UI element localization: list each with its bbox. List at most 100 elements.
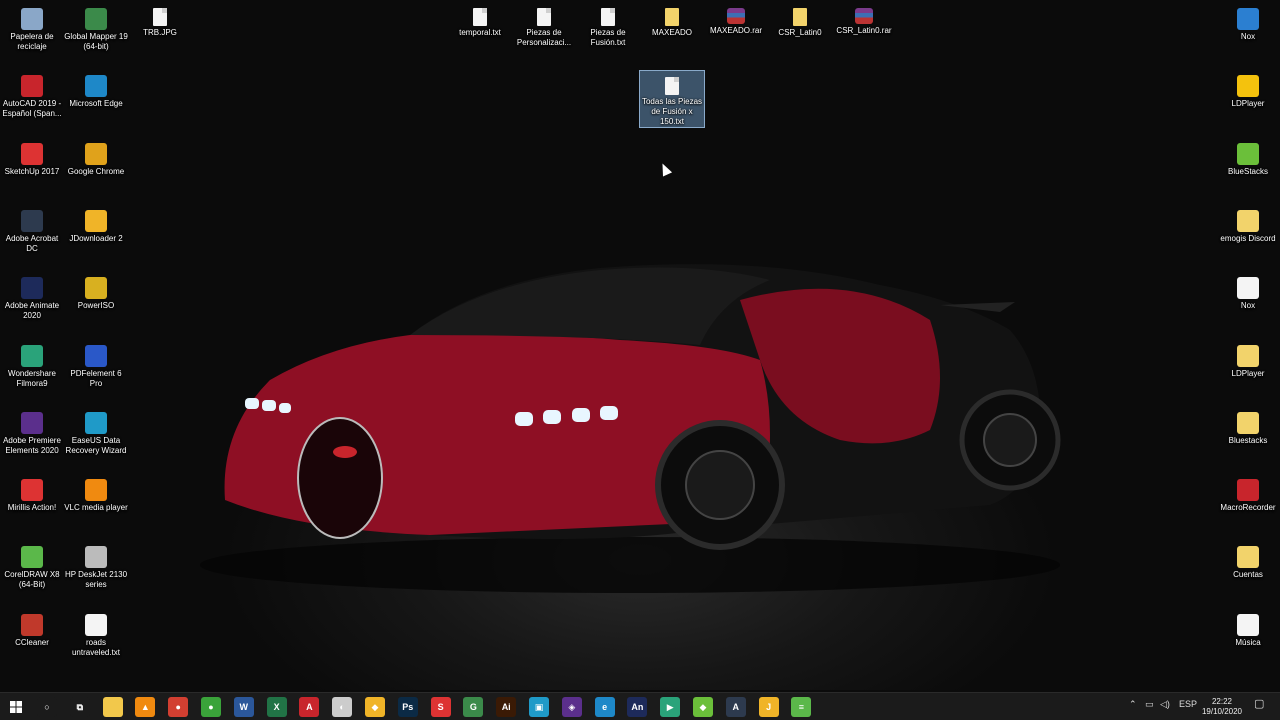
animate-icon[interactable]: An	[627, 697, 648, 717]
music-file-icon	[1237, 613, 1259, 636]
vlc-icon[interactable]: ▲	[135, 697, 156, 717]
text-file-icon	[473, 8, 487, 26]
desktop-icon[interactable]: Cuentas	[1216, 540, 1280, 580]
desktop-icon[interactable]: Adobe Animate 2020	[0, 271, 64, 321]
desktop-icon[interactable]: roads untraveled.txt	[64, 608, 128, 658]
filmora-icon[interactable]: ▶	[660, 697, 681, 717]
desktop-icon[interactable]: PowerISO	[64, 271, 128, 311]
desktop-icon[interactable]: EaseUS Data Recovery Wizard	[64, 406, 128, 456]
photoshop-icon[interactable]: Ps	[397, 697, 418, 717]
volume-icon[interactable]: ◁)	[1160, 699, 1170, 710]
desktop-icon[interactable]: CSR_Latin0.rar	[832, 2, 896, 36]
global-mapper-icon	[85, 8, 107, 30]
desktop-icon[interactable]: JDownloader 2	[64, 204, 128, 244]
text-file-icon	[85, 613, 107, 636]
image-file-icon	[153, 8, 167, 26]
file-explorer-icon[interactable]	[102, 697, 123, 717]
desktop-icon-label: Global Mapper 19 (64-bit)	[64, 32, 128, 51]
desktop-icon[interactable]: LDPlayer	[1216, 69, 1280, 109]
word-icon[interactable]: W	[233, 697, 254, 717]
global-mapper-icon[interactable]: G	[463, 697, 484, 717]
recycle-bin-icon	[21, 8, 43, 30]
desktop-icon[interactable]: Adobe Acrobat DC	[0, 204, 64, 254]
desktop-icon[interactable]: Música	[1216, 608, 1280, 648]
desktop-icon-label: AutoCAD 2019 - Español (Span...	[2, 99, 62, 119]
desktop-icon[interactable]: BlueStacks	[1216, 137, 1280, 177]
desktop-icon[interactable]: PDFelement 6 Pro	[64, 339, 128, 389]
ldplayer-icon	[1237, 75, 1259, 98]
text-file-icon	[665, 77, 679, 95]
edge-icon[interactable]: e	[594, 697, 615, 717]
desktop-icon[interactable]: emogis Discord	[1216, 204, 1280, 244]
rar-archive-icon	[855, 8, 873, 24]
desktop-icon[interactable]: CorelDRAW X8 (64-Bit)	[0, 540, 64, 590]
desktop-icon-label: Adobe Animate 2020	[4, 301, 60, 321]
desktop-icon[interactable]: HP DeskJet 2130 series	[64, 540, 128, 590]
task-view-icon[interactable]: ⧉	[69, 697, 90, 717]
desktop-icon-label: Google Chrome	[67, 166, 125, 176]
desktop-icon[interactable]: Piezas de Fusión.txt	[576, 2, 640, 48]
desktop-icon[interactable]: Adobe Premiere Elements 2020	[0, 406, 64, 456]
clock-date: 19/10/2020	[1201, 707, 1242, 716]
globe-app-icon[interactable]: ◐	[332, 697, 353, 717]
desktop-icon-label: temporal.txt	[459, 28, 501, 37]
notepad-icon[interactable]: ≡	[791, 697, 812, 717]
cortana-icon[interactable]: ○	[37, 697, 57, 717]
desktop-icon[interactable]: TRB.JPG	[128, 2, 192, 38]
desktop-icon[interactable]: Mirillis Action!	[0, 473, 64, 513]
desktop-icon[interactable]: VLC media player	[64, 473, 128, 513]
language-indicator[interactable]: ESP	[1179, 699, 1197, 709]
folder-icon	[1237, 209, 1259, 232]
desktop-icon[interactable]: Bluestacks	[1216, 406, 1280, 446]
desktop-icon[interactable]: Piezas de Personalizaci...	[512, 2, 576, 48]
desktop-file-selected[interactable]: Todas las Piezas de Fusión x 150.txt	[639, 70, 705, 128]
windows-start-icon[interactable]	[6, 697, 26, 717]
yellow-app-icon[interactable]: ◆	[365, 697, 385, 717]
desktop-icon[interactable]: Nox	[1216, 271, 1280, 311]
desktop-icon[interactable]: CSR_Latin0	[768, 2, 832, 38]
desktop-icon[interactable]: CCleaner	[0, 608, 64, 648]
desktop-icon-label: Adobe Premiere Elements 2020	[3, 435, 61, 455]
desktop-icon[interactable]: MacroRecorder	[1216, 473, 1280, 513]
desktop-icon[interactable]: Nox	[1216, 2, 1280, 42]
desktop-icon-label: MacroRecorder	[1220, 503, 1276, 513]
desktop-icon-label: Piezas de Fusión.txt	[590, 28, 626, 47]
folder-icon	[1237, 546, 1259, 569]
premiere-icon	[21, 411, 43, 434]
desktop-icon-label: Música	[1235, 637, 1261, 647]
desktop-icon[interactable]: SketchUp 2017	[0, 137, 64, 177]
desktop-icon[interactable]: MAXEADO	[640, 2, 704, 38]
premiere-icon[interactable]: ◈	[561, 697, 582, 717]
clock-time: 22:22	[1211, 697, 1232, 706]
desktop-icon[interactable]: Wondershare Filmora9	[0, 339, 64, 389]
desktop-icon-label: Mirillis Action!	[7, 503, 57, 513]
sketchup-icon[interactable]: S	[430, 697, 451, 717]
desktop-icon-label: MAXEADO.rar	[709, 26, 762, 35]
ldplayer-shortcut-icon	[1237, 344, 1259, 367]
desktop-icon-label: roads untraveled.txt	[71, 637, 121, 657]
desktop-icon[interactable]: Microsoft Edge	[64, 69, 128, 109]
desktop-icon[interactable]: Global Mapper 19 (64-bit)	[64, 2, 128, 52]
acrobat-icon[interactable]: A	[725, 697, 746, 717]
bluestacks-icon[interactable]: ◆	[693, 697, 713, 717]
image-app-icon[interactable]: ▣	[529, 697, 549, 717]
illustrator-icon[interactable]: Ai	[496, 697, 517, 717]
desktop-icon[interactable]: LDPlayer	[1216, 339, 1280, 379]
green-app-icon[interactable]: ●	[201, 697, 221, 717]
chrome-icon[interactable]: ●	[168, 697, 189, 717]
clock[interactable]: 22:22 19/10/2020	[1202, 697, 1242, 717]
excel-icon[interactable]: X	[266, 697, 287, 717]
desktop-icon[interactable]: AutoCAD 2019 - Español (Span...	[0, 69, 64, 119]
tray-chevron-icon[interactable]: ⌃	[1129, 699, 1137, 710]
desktop-icon[interactable]: Papelera de reciclaje	[0, 2, 64, 52]
jdownloader-icon[interactable]: J	[758, 697, 779, 717]
ccleaner-icon	[21, 613, 43, 636]
desktop-icon[interactable]: MAXEADO.rar	[704, 2, 768, 36]
desktop-icon[interactable]: Google Chrome	[64, 137, 128, 177]
desktop-icon[interactable]: temporal.txt	[448, 2, 512, 38]
notification-center-icon[interactable]: ▢	[1254, 697, 1264, 710]
poweriso-icon	[85, 277, 107, 300]
network-icon[interactable]: ▭	[1145, 699, 1154, 710]
autocad-icon[interactable]: A	[299, 697, 320, 717]
desktop-icon-label: EaseUS Data Recovery Wizard	[65, 435, 127, 455]
